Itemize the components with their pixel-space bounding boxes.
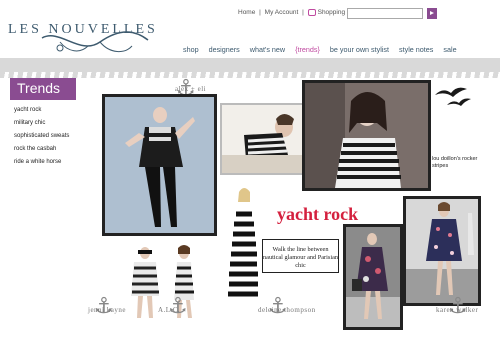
designer-signature-jenni-kayne[interactable]: jenni kayne: [88, 306, 126, 314]
photo-striped-maxi-dress[interactable]: [222, 186, 262, 302]
home-link[interactable]: Home: [238, 9, 255, 16]
designer-signature-alex-eli[interactable]: alex + eli: [175, 85, 206, 93]
photo-runway-floral-dress-image: [346, 227, 400, 327]
trend-headline: yacht rock: [277, 204, 359, 224]
nav-style-notes[interactable]: style notes: [399, 45, 433, 54]
trend-item-yacht-rock[interactable]: yacht rock: [14, 107, 69, 113]
designer-signature-alc[interactable]: A.L.C.: [158, 306, 180, 314]
photo-lying-model-image: [222, 105, 304, 173]
nav-whats-new[interactable]: what's new: [250, 45, 285, 54]
photo-lou-doillon-image: [305, 83, 428, 188]
photo-striped-maxi-dress-image: [222, 186, 262, 302]
trend-item-sophisticated-sweats[interactable]: sophisticated sweats: [14, 133, 69, 139]
photo-model-striped-top-image: [105, 97, 214, 233]
trends-heading-box: Trends: [10, 78, 76, 100]
nav-designers[interactable]: designers: [209, 45, 240, 54]
trend-list: yacht rock military chic sophisticated s…: [14, 107, 69, 172]
photo-lou-doillon[interactable]: [302, 80, 431, 191]
torn-paper-band: [0, 58, 500, 78]
trend-item-rock-the-casbah[interactable]: rock the casbah: [14, 146, 69, 152]
designer-signature-karen-walker[interactable]: karen walker: [436, 306, 478, 314]
nav-sale[interactable]: sale: [443, 45, 456, 54]
nav-shop[interactable]: shop: [183, 45, 199, 54]
photo-runway-print-dress-image: [406, 199, 478, 303]
separator: |: [302, 9, 304, 17]
trend-caption: Walk the line between nautical glamour a…: [262, 239, 339, 273]
trend-item-ride-a-white-horse[interactable]: ride a white horse: [14, 159, 69, 165]
shopping-bag-icon[interactable]: [307, 9, 316, 16]
search-button[interactable]: [427, 8, 437, 19]
separator: |: [259, 9, 261, 17]
my-account-link[interactable]: My Account: [265, 9, 299, 16]
main-nav: shop designers what's new {trends} be yo…: [183, 45, 465, 54]
nav-trends[interactable]: {trends}: [295, 45, 320, 54]
trend-item-military-chic[interactable]: military chic: [14, 120, 69, 126]
nav-be-your-own-stylist[interactable]: be your own stylist: [330, 45, 389, 54]
search-input[interactable]: [347, 8, 423, 19]
logo-swirl-icon: [41, 31, 149, 52]
photo-runway-print-dress[interactable]: [403, 196, 481, 306]
designer-signature-deleine-thompson[interactable]: deleine thompson: [258, 306, 316, 314]
trends-heading: Trends: [17, 80, 61, 96]
birds-icon: [435, 87, 471, 106]
photo-model-striped-top[interactable]: [102, 94, 217, 236]
photo-runway-floral-dress[interactable]: [343, 224, 403, 330]
photo-lying-model[interactable]: [220, 103, 306, 175]
lou-doillon-caption: lou doillon's rocker stripes: [432, 156, 478, 169]
